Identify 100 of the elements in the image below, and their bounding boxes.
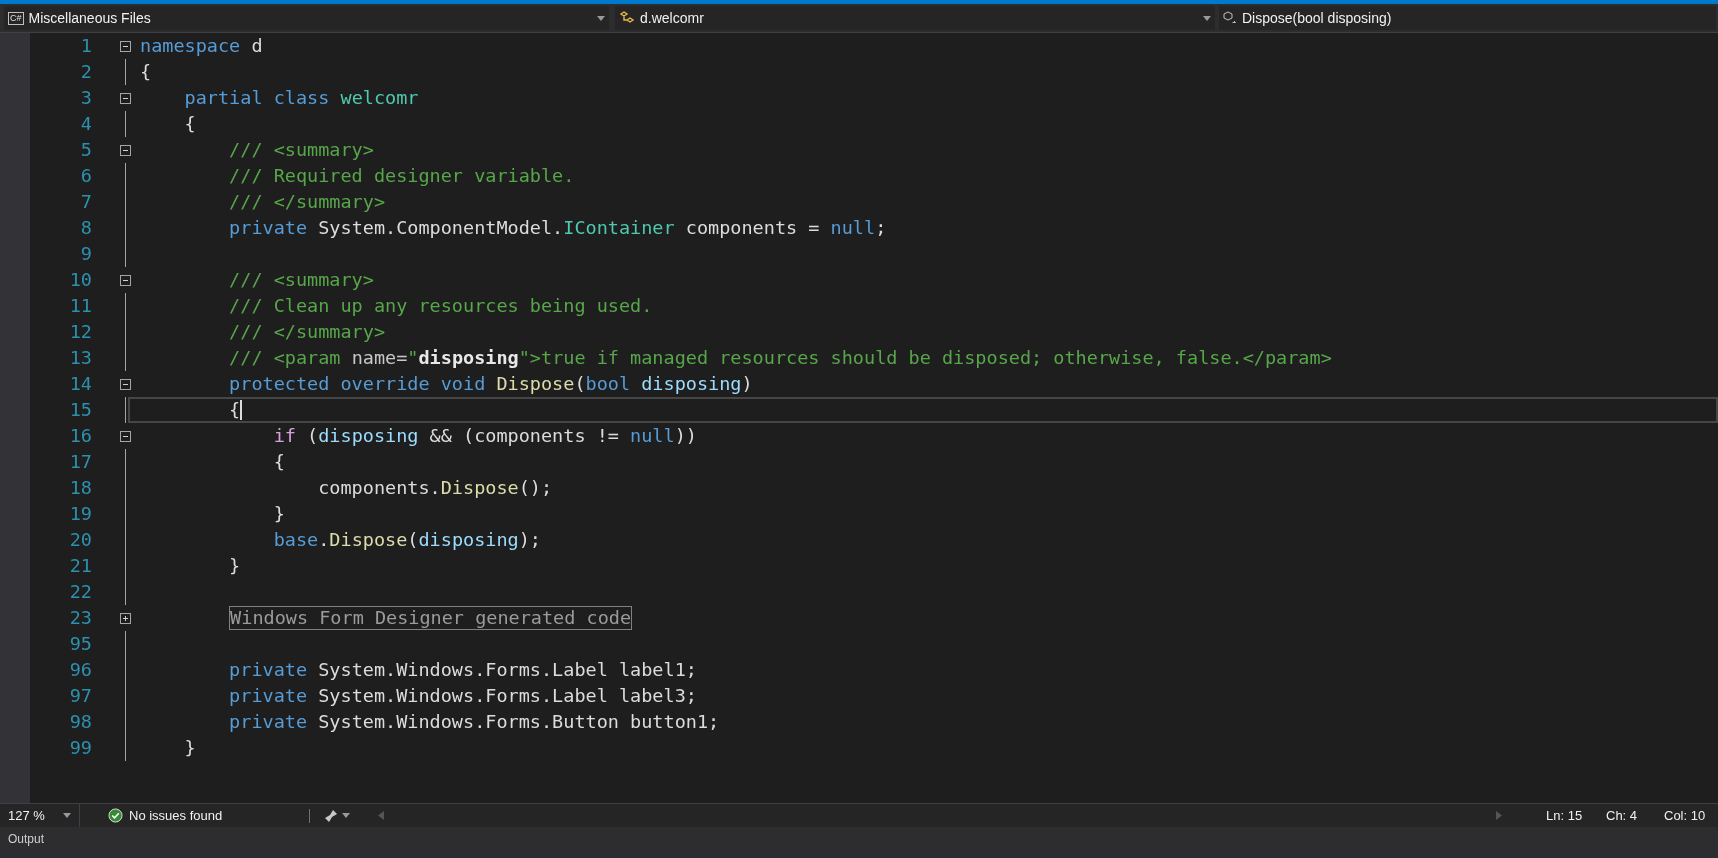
project-dropdown[interactable]: C# Miscellaneous Files	[4, 6, 609, 30]
caret-icon	[597, 15, 605, 21]
method-icon	[1223, 11, 1237, 25]
code-token: /// </summary>	[228, 190, 386, 215]
code-token: /// Required designer variable.	[228, 164, 575, 189]
code-token: {	[228, 398, 241, 423]
line-number: 16	[68, 424, 92, 448]
expand-icon[interactable]	[119, 612, 131, 624]
code-token: ">true if managed resources should be disposed; otherwise, false.</param>	[518, 346, 1332, 371]
class-icon	[619, 11, 635, 25]
code-token: /// <summary>	[228, 138, 374, 163]
collapsed-region[interactable]: Windows Form Designer generated code	[229, 606, 633, 630]
code-token: System.ComponentModel.	[317, 216, 564, 241]
code-token: welcomr	[339, 86, 419, 111]
code-token: namespace	[140, 34, 241, 59]
code-token: );	[518, 528, 541, 553]
code-token: /// <summary>	[228, 268, 374, 293]
csharp-file-icon: C#	[8, 11, 24, 25]
code-token: ;	[875, 216, 887, 241]
code-token: d	[250, 34, 263, 59]
member-dropdown[interactable]: Dispose(bool disposing)	[1219, 6, 1716, 30]
code-token: IContainer	[563, 216, 675, 241]
line-number: 10	[68, 268, 92, 292]
caret-icon	[342, 813, 350, 818]
code-token: Dispose	[329, 528, 408, 553]
code-token: bool	[585, 372, 631, 397]
code-token: /// </summary>	[228, 320, 386, 345]
code-token: Dispose	[495, 372, 575, 397]
line-number: 11	[68, 294, 92, 318]
code-token: }	[228, 554, 241, 579]
code-token: private	[228, 684, 308, 709]
code-token: private	[228, 658, 308, 683]
code-token: {	[183, 112, 196, 137]
line-number: 5	[79, 138, 92, 162]
line-number: 15	[68, 398, 92, 422]
line-number: 7	[79, 190, 92, 214]
collapse-icon[interactable]	[119, 144, 131, 156]
collapse-icon[interactable]	[119, 430, 131, 442]
code-token: "	[407, 346, 419, 371]
code-token: disposing	[640, 372, 742, 397]
line-number: 13	[68, 346, 92, 370]
code-token: null	[830, 216, 876, 241]
type-dropdown[interactable]: d.welcomr	[615, 6, 1215, 30]
line-number: 99	[68, 736, 92, 760]
code-token: }	[272, 502, 285, 527]
line-number: 21	[68, 554, 92, 578]
code-token: disposing	[418, 528, 519, 553]
code-token: {	[272, 450, 285, 475]
collapse-icon[interactable]	[119, 92, 131, 104]
code-token: /// <param	[228, 346, 342, 371]
code-token: (	[574, 372, 586, 397]
code-token: ))	[674, 424, 697, 449]
code-token: }	[183, 736, 196, 761]
code-token: System.Windows.Forms.Label label1;	[317, 658, 697, 683]
collapse-icon[interactable]	[119, 378, 131, 390]
column-indicator: Col: 10	[1664, 806, 1707, 825]
code-token: .	[318, 528, 330, 553]
code-token: private	[228, 216, 308, 241]
code-token: (	[306, 424, 319, 449]
code-token: )	[741, 372, 753, 397]
panel-title: Output	[8, 831, 45, 848]
code-token: && (components !=	[428, 424, 620, 449]
line-indicator: Ln: 15	[1546, 806, 1584, 825]
code-token: partial class	[183, 86, 330, 111]
line-number: 4	[79, 112, 92, 136]
code-token: null	[630, 424, 675, 449]
line-number: 22	[68, 580, 92, 604]
line-number: 97	[68, 684, 92, 708]
code-token: components.	[317, 476, 441, 501]
collapse-icon[interactable]	[119, 274, 131, 286]
line-number: 96	[68, 658, 92, 682]
text-cursor	[240, 400, 243, 420]
code-token: System.Windows.Forms.Button button1;	[317, 710, 720, 735]
code-token: ();	[518, 476, 553, 501]
code-token: (	[407, 528, 419, 553]
caret-icon	[63, 813, 71, 818]
issues-status[interactable]: No issues found	[129, 805, 299, 826]
line-number: 23	[68, 606, 92, 630]
code-token: {	[140, 60, 152, 85]
code-token: /// Clean up any resources being used.	[228, 294, 653, 319]
line-number: 6	[79, 164, 92, 188]
code-token: private	[228, 710, 308, 735]
code-token: protected override void	[228, 372, 486, 397]
line-number: 9	[79, 242, 92, 266]
line-number: 14	[68, 372, 92, 396]
code-token: disposing	[318, 424, 419, 449]
line-number: 20	[68, 528, 92, 552]
check-circle-icon	[108, 808, 123, 823]
line-number: 19	[68, 502, 92, 526]
line-number: 18	[68, 476, 92, 500]
code-token: Dispose	[440, 476, 519, 501]
line-number: 8	[79, 216, 92, 240]
line-number: 3	[79, 86, 92, 110]
line-number: 17	[68, 450, 92, 474]
caret-icon	[1203, 15, 1211, 21]
code-token: name=	[351, 346, 408, 371]
code-token: components =	[684, 216, 821, 241]
collapse-icon[interactable]	[119, 40, 131, 52]
line-number: 95	[68, 632, 92, 656]
line-number: 2	[79, 60, 92, 84]
